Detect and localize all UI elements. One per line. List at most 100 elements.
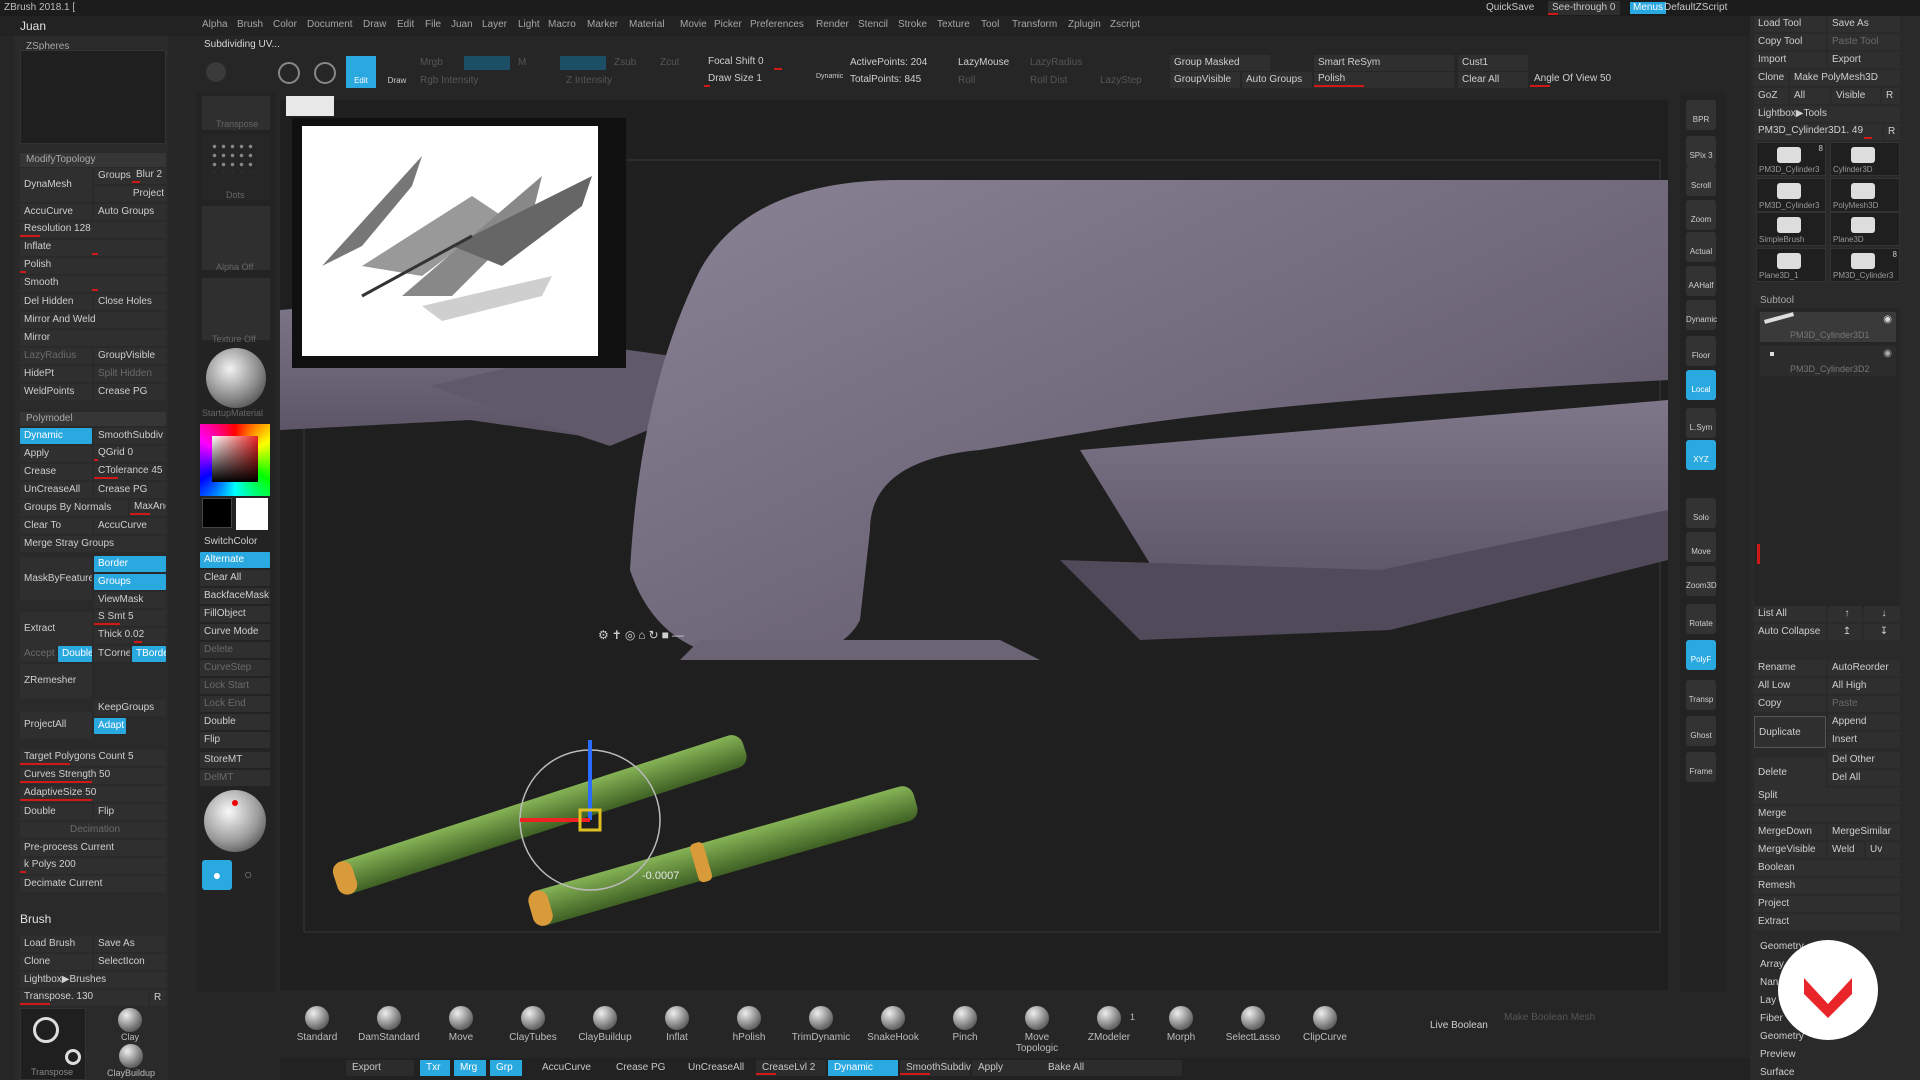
tool-thumb-7[interactable]: PM3D_Cylinder3 8 [1830,248,1900,282]
mergedown-button[interactable]: MergeDown [1754,824,1826,840]
right-icon-rotate[interactable]: Rotate [1686,604,1716,634]
modify-topology-section[interactable]: ModifyTopology [20,153,166,167]
right-icon-actual[interactable]: Actual [1686,232,1716,262]
menu-edit[interactable]: Edit [397,16,414,34]
extract-section[interactable]: Extract [1754,914,1900,930]
goz-visible-button[interactable]: Visible [1832,88,1880,104]
surface-section[interactable]: Surface [1754,1066,1900,1080]
menus-toggle[interactable]: Menus [1630,2,1667,14]
smoothsubdiv-left-slider[interactable]: SmoothSubdiv [94,428,166,444]
menu-picker[interactable]: Picker [714,16,742,34]
dynamic-bottom-toggle[interactable]: Dynamic [828,1060,898,1076]
subtool-scroll-indicator[interactable] [1757,544,1760,564]
viewmask-button[interactable]: ViewMask [94,592,166,608]
right-icon-frame[interactable]: Frame [1686,752,1716,782]
menu-stencil[interactable]: Stencil [858,16,888,34]
decimation-section[interactable]: Decimation [20,822,166,838]
list-down-arrow-icon[interactable]: ↓ [1864,606,1900,622]
autoreorder-button[interactable]: AutoReorder [1828,660,1900,676]
storemt-button[interactable]: StoreMT [200,752,270,768]
qgrid-slider[interactable]: QGrid 0 [94,446,166,462]
roll-button[interactable]: Roll [958,75,975,86]
shelf-brush-standard[interactable]: Standard [284,1000,350,1043]
zremesher-button[interactable]: ZRemesher [20,664,92,698]
menu-juan[interactable]: Juan [451,16,473,34]
brush-palette-title[interactable]: Brush [20,912,51,926]
fillobject-button[interactable]: FillObject [200,606,270,622]
menu-layer[interactable]: Layer [482,16,507,34]
user-menu[interactable]: Juan [20,19,46,33]
r-brush-button[interactable]: R [150,990,166,1006]
groups-by-normals-button[interactable]: Groups By Normals [20,500,128,516]
current-tool-slider[interactable]: PM3D_Cylinder3D1. 49 [1754,124,1882,140]
quicksave-button[interactable]: QuickSave [1486,2,1534,13]
decimate-current-button[interactable]: Decimate Current [20,876,166,892]
double-curve-toggle[interactable]: Double [200,714,270,730]
shelf-brush-move[interactable]: Move [428,1000,494,1043]
groups-toggle[interactable]: Groups [94,168,132,184]
flip-remesh-toggle[interactable]: Flip [94,804,166,820]
move-up-icon[interactable]: ↥ [1828,624,1862,640]
del-all-button[interactable]: Del All [1828,770,1900,786]
right-icon-dynamic-persp[interactable]: Dynamic Persp [1686,300,1717,364]
m-button[interactable]: M [518,57,526,68]
delete-curve-button[interactable]: Delete [200,642,270,658]
clear-all-button[interactable]: Clear All [1458,72,1528,88]
shelf-brush-pinch[interactable]: Pinch [932,1000,998,1043]
dynamic-toggle[interactable]: Dynamic [816,73,843,80]
tool-thumb-5[interactable]: Plane3D [1830,212,1900,246]
target-polygons-slider[interactable]: Target Polygons Count 5 [20,750,166,766]
menu-macro[interactable]: Macro [548,16,576,34]
edit-button[interactable]: Edit [346,56,376,88]
dynamesh-button[interactable]: DynaMesh [20,168,92,202]
make-boolean-mesh-button[interactable]: Make Boolean Mesh [1504,1012,1595,1023]
thick-slider[interactable]: Thick 0.02 [94,628,166,644]
menu-file[interactable]: File [425,16,441,34]
all-low-button[interactable]: All Low [1754,678,1826,694]
alpha-off-button[interactable] [202,206,270,270]
menu-alpha[interactable]: Alpha [202,16,228,34]
load-brush-button[interactable]: Load Brush [20,936,92,952]
inflate-slider[interactable]: Inflate [20,240,166,256]
z-intensity-slider[interactable]: Z Intensity [566,75,612,86]
menu-document[interactable]: Document [307,16,353,34]
focal-shift-slider[interactable]: Focal Shift 0 [704,55,844,71]
menu-brush[interactable]: Brush [237,16,263,34]
lock-end-toggle[interactable]: Lock End [200,696,270,712]
tcorne-toggle[interactable]: TCorne [94,646,130,662]
s-smt-slider[interactable]: S Smt 5 [94,610,166,626]
shelf-brush-claytubes[interactable]: ClayTubes [500,1000,566,1043]
clay-brush-icon[interactable]: Clay [110,1008,150,1042]
auto-collapse-button[interactable]: Auto Collapse [1754,624,1826,640]
right-icon-bpr[interactable]: BPR [1686,100,1716,130]
subtool-section[interactable]: Subtool [1754,294,1900,308]
right-icon-solo[interactable]: Solo [1686,498,1716,528]
shelf-brush-hpolish[interactable]: hPolish [716,1000,782,1043]
ctolerance-slider[interactable]: CTolerance 45 [94,464,166,480]
crease-pg-poly-button[interactable]: Crease PG [94,482,166,498]
insert-button[interactable]: Insert [1828,732,1900,748]
zadd-button[interactable] [560,56,606,70]
roll-dist-slider[interactable]: Roll Dist [1030,75,1067,86]
border-toggle[interactable]: Border [94,556,166,572]
zsub-button[interactable]: Zsub [614,57,636,68]
lock-start-toggle[interactable]: Lock Start [200,678,270,694]
smoothsubdiv-bottom-slider[interactable]: SmoothSubdiv [900,1060,971,1076]
lazyradius-slider[interactable]: LazyRadius [1030,57,1082,68]
mrgb-button[interactable]: Mrgb [420,57,443,68]
shelf-brush-clipcurve[interactable]: ClipCurve [1292,1000,1358,1043]
right-icon-local[interactable]: Local [1686,370,1716,400]
del-other-button[interactable]: Del Other [1828,752,1900,768]
menu-tool[interactable]: Tool [981,16,999,34]
live-boolean-button[interactable]: Live Boolean [1430,1020,1488,1031]
cust1-button[interactable]: Cust1 [1458,55,1528,71]
groups-mask-toggle[interactable]: Groups [94,574,166,590]
curve-mode-toggle[interactable]: Curve Mode [200,624,270,640]
boolean-section[interactable]: Boolean [1754,860,1900,876]
tool-thumb-0[interactable]: PM3D_Cylinder3 8 [1756,142,1826,176]
merge-section[interactable]: Merge [1754,806,1900,822]
accucurve-poly-button[interactable]: AccuCurve [94,518,166,534]
export-bottom-button[interactable]: Export [346,1060,414,1076]
menu-texture[interactable]: Texture [937,16,970,34]
subtool-visibility-icon[interactable]: ◉ [1883,314,1892,325]
